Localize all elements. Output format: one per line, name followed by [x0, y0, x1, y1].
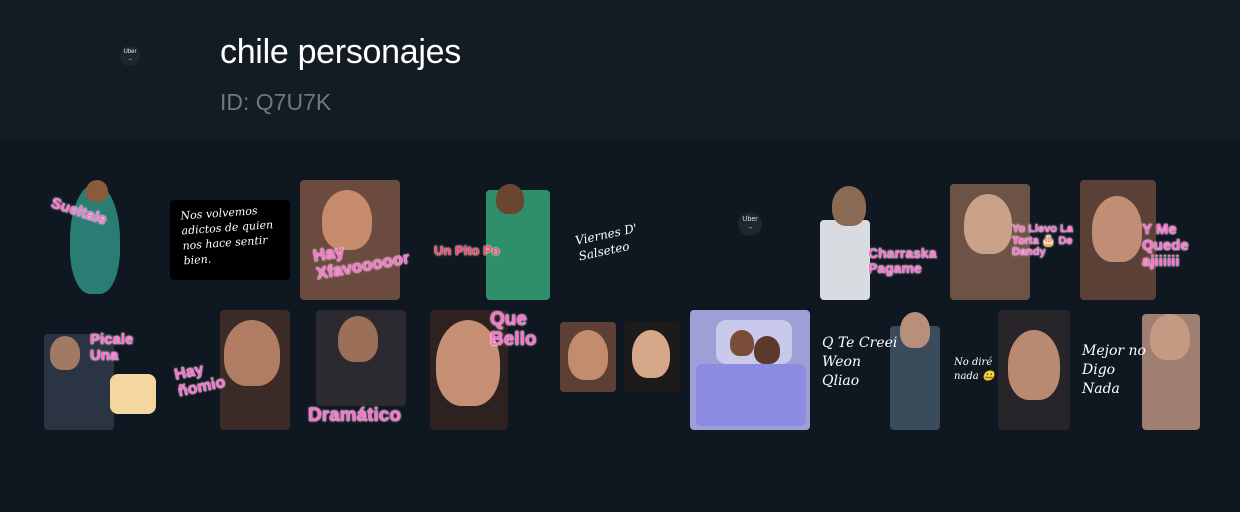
sticker-charraska[interactable]: Charraska Pagame: [820, 180, 940, 300]
sticker-face: [632, 330, 670, 378]
arrow-right-icon: →: [127, 56, 133, 62]
sticker-two-faces[interactable]: [560, 310, 680, 430]
sticker-caption: Que Bello: [490, 309, 537, 350]
sticker-face: [730, 330, 754, 356]
sticker-caption: Mejor no Digo Nada: [1082, 343, 1146, 397]
sticker-caption: Dramático: [308, 405, 401, 426]
sticker-face: [1092, 196, 1142, 262]
sticker-caption: No diré nada 🤐: [954, 357, 995, 382]
uber-logo-icon: Uber →: [738, 212, 762, 236]
sticker-face: [1008, 330, 1060, 400]
sticker-face: [496, 184, 524, 214]
sticker-face: [964, 194, 1012, 254]
pack-logo-text: Uber: [123, 49, 137, 55]
sticker-caption: Un Pito Po: [434, 243, 500, 258]
sticker-caption: Picale Una: [90, 331, 134, 364]
sticker-face: [832, 186, 866, 226]
sticker-uber[interactable]: Uber →: [690, 180, 810, 300]
sticker-face: [568, 330, 608, 380]
pack-id: ID: Q7U7K: [220, 89, 332, 115]
sticker-grid: Sueltale Nos volvemos adictos de quien n…: [0, 141, 1240, 512]
sticker-caption: Q Te Creei Weon Qliao: [822, 335, 898, 389]
sticker-caption: Viernes D' Salseteo: [573, 221, 639, 264]
sticker-face: [338, 316, 378, 362]
page-title: chile personajes: [220, 33, 461, 71]
sticker-no-dire-nada[interactable]: No diré nada 🤐: [950, 310, 1070, 430]
sticker-torta[interactable]: Yo Llevo La Torta 🎂 De Dandy: [950, 180, 1073, 300]
sticker-shirt: [820, 220, 870, 300]
pack-logo-icon: Uber →: [120, 46, 140, 66]
sticker-q-te-creei[interactable]: Q Te Creei Weon Qliao: [820, 310, 940, 430]
sticker-ajiii[interactable]: Y Me Quede ajiiiiii: [1080, 180, 1200, 300]
sticker-adictos[interactable]: Nos volvemos adictos de quien nos hace s…: [170, 200, 290, 280]
arrow-right-icon: →: [746, 224, 754, 231]
sticker-caption: Uber: [742, 216, 758, 223]
sticker-face: [86, 180, 108, 202]
blanket: [696, 364, 806, 426]
sticker-caption: Nos volvemos adictos de quien nos hace s…: [180, 204, 274, 267]
sticker-face: [1150, 314, 1190, 360]
sticker-face: [50, 336, 80, 370]
sticker-un-pito-po[interactable]: Un Pito Po: [430, 180, 550, 300]
sticker-face: [754, 336, 780, 364]
sticker-hay-xfavor[interactable]: Hay Xfavooooor: [300, 180, 420, 300]
sticker-nomio[interactable]: Hay ñomio: [170, 310, 290, 430]
sticker-picale[interactable]: Picale Una: [40, 310, 160, 430]
cake-icon: [110, 374, 156, 414]
pack-header: Uber → chile personajes ID: Q7U7K: [0, 0, 1240, 141]
sticker-sueltale[interactable]: Sueltale: [40, 180, 160, 300]
sticker-que-bello[interactable]: Que Bello: [430, 310, 550, 430]
sticker-face: [224, 320, 280, 386]
sticker-caption: Charraska Pagame: [868, 245, 937, 276]
sticker-face: [900, 312, 930, 348]
sticker-caption: Yo Llevo La Torta 🎂 De Dandy: [1012, 223, 1073, 259]
sticker-mejor-no[interactable]: Mejor no Digo Nada: [1080, 310, 1200, 430]
sticker-viernes[interactable]: Viernes D' Salseteo: [560, 180, 680, 300]
sticker-bed[interactable]: [690, 310, 810, 430]
sticker-dramatico[interactable]: Dramático: [300, 310, 420, 430]
sticker-caption: Y Me Quede ajiiiiii: [1142, 221, 1189, 270]
